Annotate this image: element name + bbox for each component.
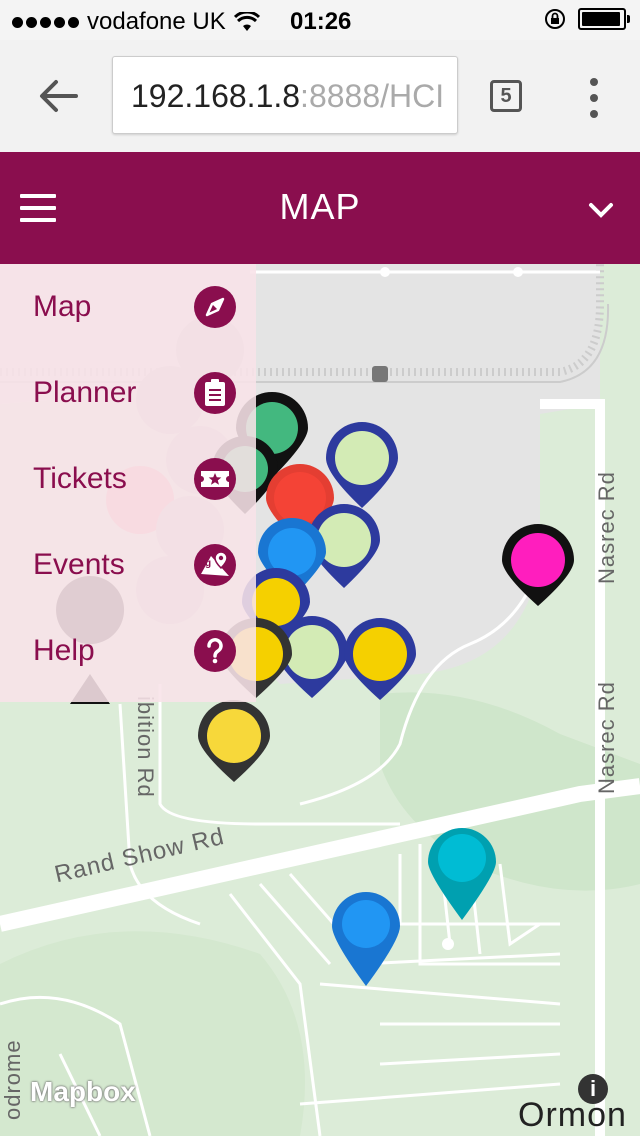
place-label: Ormon xyxy=(518,1096,627,1134)
page-title: MAP xyxy=(279,186,361,227)
url-field[interactable]: 192.168.1.8:8888/HCI xyxy=(112,56,458,134)
carrier-name: vodafone UK xyxy=(87,8,226,35)
url-host: 192.168.1.8 xyxy=(131,78,301,114)
battery-icon xyxy=(578,8,630,30)
mapbox-logo[interactable]: Mapbox xyxy=(30,1076,136,1108)
tab-count-button[interactable]: 5 xyxy=(490,80,522,112)
menu-item-label: Map xyxy=(33,290,92,323)
status-bar: vodafone UK 01:26 xyxy=(0,0,640,40)
status-time: 01:26 xyxy=(290,8,352,35)
compass-icon xyxy=(194,286,236,328)
clipboard-icon xyxy=(194,372,236,414)
map-marker[interactable] xyxy=(344,618,416,700)
ticket-icon xyxy=(194,458,236,500)
menu-item-events[interactable]: Events g xyxy=(0,522,256,608)
road-label-nasrec-2: Nasrec Rd xyxy=(594,681,619,794)
menu-item-planner[interactable]: Planner xyxy=(0,350,256,436)
chevron-down-icon[interactable] xyxy=(588,202,614,218)
signal-icon xyxy=(12,16,79,28)
back-arrow-icon[interactable] xyxy=(36,76,80,116)
rotation-lock-icon xyxy=(545,9,565,29)
map-pin-icon: g xyxy=(194,544,236,586)
browser-toolbar: 192.168.1.8:8888/HCI 5 xyxy=(0,40,640,152)
help-icon xyxy=(194,630,236,672)
side-menu: Map Planner Tickets Events g Help xyxy=(0,264,256,702)
road-label-nasrec-1: Nasrec Rd xyxy=(594,471,619,584)
wifi-icon xyxy=(233,12,260,31)
carrier-info: vodafone UK xyxy=(12,8,260,36)
map-marker[interactable] xyxy=(198,700,270,782)
menu-item-label: Help xyxy=(33,634,95,667)
menu-item-label: Events xyxy=(33,548,125,581)
road-label-odrome: odrome xyxy=(0,1039,25,1120)
app-header: MAP xyxy=(0,152,640,264)
map-marker[interactable] xyxy=(502,524,574,606)
status-right xyxy=(544,8,630,30)
menu-item-label: Tickets xyxy=(33,462,127,495)
menu-item-tickets[interactable]: Tickets xyxy=(0,436,256,522)
svg-text:g: g xyxy=(205,558,211,569)
road-label-exhibition: ibition Rd xyxy=(133,696,158,798)
map-marker[interactable] xyxy=(428,828,496,920)
menu-item-map[interactable]: Map xyxy=(0,264,256,350)
map-marker[interactable] xyxy=(326,422,398,508)
menu-item-help[interactable]: Help xyxy=(0,608,256,694)
url-path: :8888/HCI xyxy=(300,78,445,114)
menu-item-label: Planner xyxy=(33,376,137,409)
map-marker[interactable] xyxy=(332,892,400,986)
overflow-menu-icon[interactable] xyxy=(584,78,604,118)
